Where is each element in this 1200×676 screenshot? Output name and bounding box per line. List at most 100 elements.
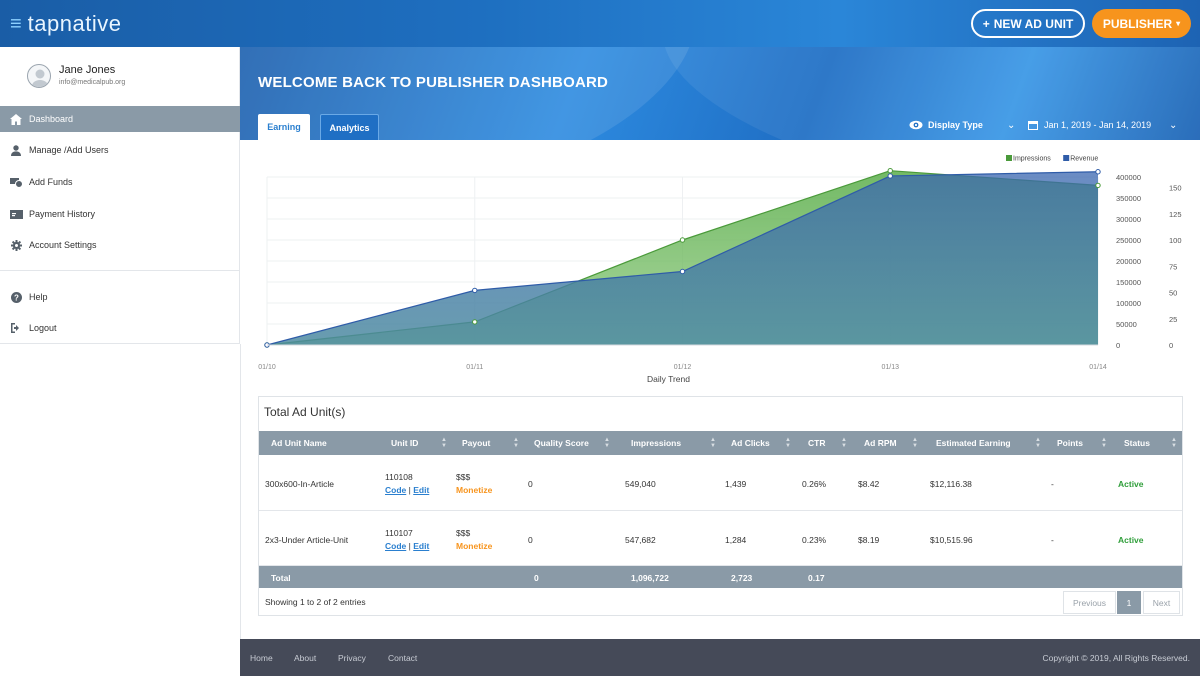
sort-icon[interactable]: ▲ ▼ <box>710 437 716 449</box>
code-link[interactable]: Code <box>385 485 406 495</box>
y-right-tick-label: 0 <box>1169 341 1173 350</box>
footer-link-home[interactable]: Home <box>250 653 273 663</box>
sidebar-item-label: Dashboard <box>29 114 74 124</box>
sidebar-item-add-funds[interactable]: Add Funds <box>0 169 240 195</box>
pagination-next[interactable]: Next <box>1143 591 1180 614</box>
column-header[interactable]: Estimated Earning <box>936 431 1011 455</box>
payout: $$$ <box>456 472 471 482</box>
help-icon: ? <box>9 290 23 304</box>
y-left-tick-label: 250000 <box>1116 236 1141 245</box>
y-right-tick-label: 50 <box>1169 289 1177 298</box>
sidebar-divider <box>0 270 240 271</box>
logo[interactable]: ≡ tapnative <box>10 11 121 37</box>
column-header[interactable]: Impressions <box>631 431 681 455</box>
sidebar-item-account-settings[interactable]: Account Settings <box>0 232 240 258</box>
legend-label: Impressions <box>1013 156 1051 163</box>
status-badge: Active <box>1118 535 1144 545</box>
tab-analytics[interactable]: Analytics <box>320 114 379 140</box>
column-header[interactable]: Points <box>1057 431 1083 455</box>
top-bar: ≡ tapnative + NEW AD UNIT PUBLISHER ▾ <box>0 0 1200 47</box>
column-header[interactable]: Quality Score <box>534 431 589 455</box>
sort-icon[interactable]: ▲ ▼ <box>1171 437 1177 449</box>
new-ad-unit-button[interactable]: + NEW AD UNIT <box>971 9 1085 38</box>
chevron-down-icon[interactable]: ⌄ <box>1169 120 1177 131</box>
sidebar-item-logout[interactable]: Logout <box>0 315 240 341</box>
sort-icon[interactable]: ▲ ▼ <box>1101 437 1107 449</box>
sidebar-item-help[interactable]: ? Help <box>0 284 240 310</box>
y-right-tick-label: 75 <box>1169 262 1177 271</box>
code-link[interactable]: Code <box>385 541 406 551</box>
unit-id: 110108 <box>385 472 413 482</box>
column-header[interactable]: Ad Unit Name <box>271 431 327 455</box>
y-right-tick-label: 25 <box>1169 315 1177 324</box>
home-icon <box>9 112 23 126</box>
estimated-earning: $10,515.96 <box>930 535 973 545</box>
y-left-tick-label: 350000 <box>1116 194 1141 203</box>
sort-icon[interactable]: ▲ ▼ <box>912 437 918 449</box>
y-right-tick-label: 125 <box>1169 210 1182 219</box>
sort-icon[interactable]: ▲ ▼ <box>1035 437 1041 449</box>
edit-link[interactable]: Edit <box>413 485 429 495</box>
x-tick-label: 01/12 <box>674 364 692 371</box>
x-tick-label: 01/13 <box>881 364 899 371</box>
chevron-down-icon: ▾ <box>1176 19 1181 28</box>
sidebar-item-label: Payment History <box>29 209 96 219</box>
legend-label: Revenue <box>1070 156 1098 163</box>
monetize-link[interactable]: Monetize <box>456 485 492 495</box>
tab-earning[interactable]: Earning <box>258 114 310 140</box>
edit-link[interactable]: Edit <box>413 541 429 551</box>
table-header: Ad Unit Name Unit ID Payout Quality Scor… <box>259 431 1182 455</box>
sort-icon[interactable]: ▲ ▼ <box>441 437 447 449</box>
column-header[interactable]: Ad RPM <box>864 431 897 455</box>
y-left-tick-label: 0 <box>1116 341 1120 350</box>
sort-icon[interactable]: ▲ ▼ <box>604 437 610 449</box>
footer-link-contact[interactable]: Contact <box>388 653 417 663</box>
publisher-dropdown[interactable]: PUBLISHER ▾ <box>1092 9 1191 38</box>
user-name: Jane Jones <box>59 64 116 76</box>
earning-chart: 0 50000 100000 150000 200000 250000 300000 3500… <box>240 140 1200 390</box>
column-header[interactable]: Unit ID <box>391 431 418 455</box>
sidebar-item-manage-users[interactable]: Manage /Add Users <box>0 137 240 163</box>
footer-link-privacy[interactable]: Privacy <box>338 653 366 663</box>
legend-swatch <box>1063 155 1070 161</box>
sidebar-item-dashboard[interactable]: Dashboard <box>0 106 240 132</box>
user-profile[interactable]: Jane Jones info@medicalpub.org <box>0 47 240 106</box>
sort-icon[interactable]: ▲ ▼ <box>841 437 847 449</box>
column-header[interactable]: Status <box>1124 431 1150 455</box>
pagination-page[interactable]: 1 <box>1117 591 1141 614</box>
ad-rpm: $8.42 <box>858 479 880 489</box>
sort-icon[interactable]: ▲ ▼ <box>785 437 791 449</box>
total-quality: 0 <box>534 573 539 583</box>
menu-icon[interactable]: ≡ <box>10 14 22 34</box>
sidebar-border <box>240 344 241 676</box>
quality-score: 0 <box>528 479 533 489</box>
ctr: 0.23% <box>802 535 827 545</box>
sidebar: Jane Jones info@medicalpub.org Dashboard… <box>0 47 240 344</box>
x-tick-label: 01/10 <box>258 364 276 371</box>
column-header[interactable]: Ad Clicks <box>731 431 770 455</box>
eye-icon <box>909 120 923 130</box>
svg-text:?: ? <box>14 293 19 302</box>
impressions-point <box>472 319 478 325</box>
copyright: Copyright © 2019, All Rights Reserved. <box>1042 653 1190 663</box>
sort-icon[interactable]: ▲ ▼ <box>513 437 519 449</box>
total-clicks: 2,723 <box>731 573 753 583</box>
impressions-point <box>679 237 686 243</box>
chevron-down-icon[interactable]: ⌄ <box>1007 120 1015 131</box>
column-header[interactable]: CTR <box>808 431 825 455</box>
table-row: 300x600-In-Article 110108 Code | Edit $$… <box>259 455 1182 511</box>
date-range-picker[interactable]: Jan 1, 2019 - Jan 14, 2019 <box>1028 120 1151 130</box>
column-header[interactable]: Payout <box>462 431 490 455</box>
brand-name: tapnative <box>27 11 122 36</box>
user-icon <box>9 143 23 157</box>
sidebar-item-payment-history[interactable]: Payment History <box>0 201 240 227</box>
footer: Home About Privacy Contact Copyright © 2… <box>240 639 1200 676</box>
calendar-icon <box>1028 121 1038 130</box>
ad-unit-name: 300x600-In-Article <box>265 479 334 489</box>
pagination-previous[interactable]: Previous <box>1063 591 1116 614</box>
display-type-dropdown[interactable]: Display Type <box>909 120 983 130</box>
status-badge: Active <box>1118 479 1144 489</box>
footer-link-about[interactable]: About <box>294 653 316 663</box>
table-row: 2x3-Under Article-Unit 110107 Code | Edi… <box>259 511 1182 566</box>
monetize-link[interactable]: Monetize <box>456 541 492 551</box>
